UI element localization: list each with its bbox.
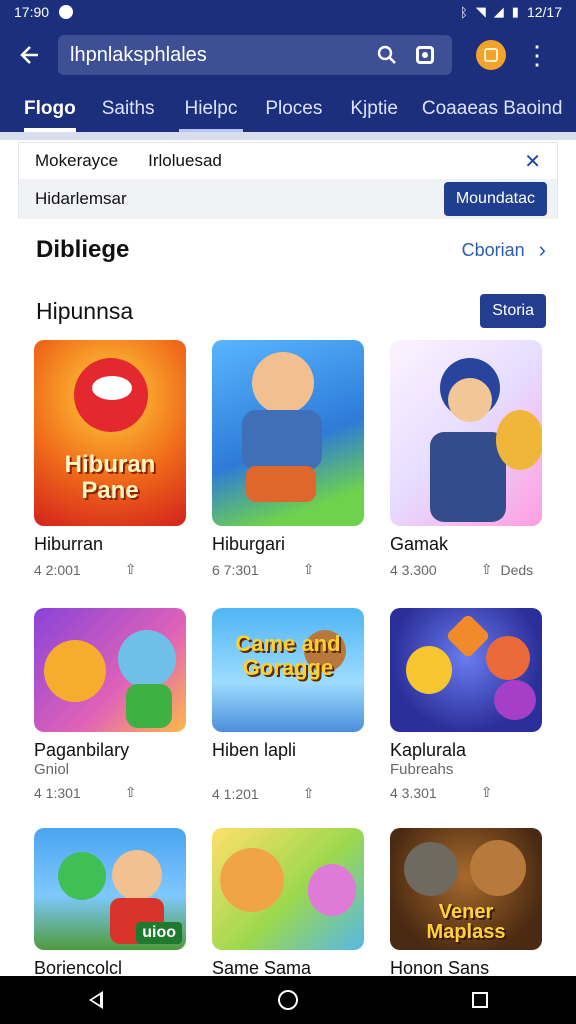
lens-icon[interactable] <box>410 40 440 70</box>
system-nav-bar <box>0 976 576 1024</box>
app-meta: 4 3.301 ⇧ <box>390 784 542 801</box>
tab-kjptie[interactable]: Kjptie <box>350 86 398 132</box>
filter-subtitle: Hidarlemsar <box>35 189 127 208</box>
back-arrow-icon[interactable] <box>0 24 58 86</box>
status-icons: ᛒ ◥ ◢ ▮ 12/17 <box>460 4 562 20</box>
app-meta: 4 1:201 ⇧ <box>212 785 364 802</box>
install-icon[interactable]: ⇧ <box>303 785 315 802</box>
thumb-title: Hiburan Pane <box>64 451 156 504</box>
section-title: Dibliege <box>36 236 130 263</box>
tab-ploces[interactable]: Ploces <box>265 86 322 132</box>
battery-icon: ▮ <box>511 4 519 19</box>
app-rating: 4 2:001 <box>34 561 81 578</box>
app-thumbnail <box>390 608 542 732</box>
status-right-time: 12/17 <box>526 4 562 20</box>
install-icon[interactable]: ⇧ <box>125 561 137 578</box>
app-card[interactable]: Same Sama <box>212 828 364 979</box>
chevron-right-icon: › <box>538 237 546 262</box>
search-icon[interactable] <box>372 40 402 70</box>
notification-icon <box>59 5 74 19</box>
search-input[interactable] <box>70 43 368 67</box>
app-meta: 4 1:301 ⇧ <box>34 784 186 801</box>
close-icon[interactable]: ✕ <box>524 149 541 174</box>
filter-chips-row: Mokerayce Irloluesad ✕ <box>19 143 557 179</box>
tabs-divider <box>0 132 576 140</box>
subsection-header: Hipunnsa Storia <box>36 294 546 328</box>
app-subtitle: Gniol <box>34 761 70 778</box>
install-icon[interactable]: ⇧ <box>481 561 493 578</box>
app-rating: 6 7:301 <box>212 561 259 578</box>
app-rating: 4 3.301 <box>390 784 437 801</box>
app-rating: 4 1:301 <box>34 784 81 801</box>
sort-button[interactable]: Storia <box>480 294 546 328</box>
app-thumbnail: Came and Goragge <box>212 608 364 732</box>
app-card[interactable]: Gamak 4 3.300 ⇧ Deds <box>390 340 542 578</box>
tab-hielpc[interactable]: Hielpc <box>178 86 244 132</box>
app-title: Gamak <box>390 534 449 554</box>
bluetooth-icon: ᛒ <box>459 4 468 20</box>
app-meta: 4 3.300 ⇧ Deds <box>390 561 542 578</box>
app-title: Kaplurala <box>390 740 467 760</box>
app-title: Paganbilary <box>34 740 130 760</box>
app-meta: 6 7:301 ⇧ <box>212 561 364 578</box>
thumb-title: Came and Goragge <box>235 631 341 680</box>
app-card[interactable]: Came and Goragge Hiben lapli 4 1:201 ⇧ <box>212 608 364 802</box>
app-thumbnail <box>390 340 542 526</box>
app-card[interactable]: Paganbilary Gniol 4 1:301 ⇧ <box>34 608 186 801</box>
app-thumbnail <box>212 828 364 950</box>
app-card[interactable]: Vener Maplass Honon Sans <box>390 828 542 979</box>
app-rating: 4 1:201 <box>212 785 259 802</box>
app-extra: Deds <box>500 561 534 578</box>
apply-filter-button[interactable]: Moundatac <box>443 182 547 216</box>
app-rating: 4 3.300 <box>390 561 437 578</box>
app-title: Hiben lapli <box>212 740 297 760</box>
app-card[interactable]: Hiburgari 6 7:301 ⇧ <box>212 340 364 578</box>
app-thumbnail: uioo <box>34 828 186 950</box>
wifi-icon: ◥ <box>475 4 486 19</box>
app-card[interactable]: uioo Boriencolcl <box>34 828 186 979</box>
app-bar: ⋮ <box>0 24 576 86</box>
app-badge: uioo <box>136 922 182 944</box>
account-avatar[interactable] <box>476 40 506 70</box>
app-thumbnail <box>34 608 186 732</box>
tab-saiths[interactable]: Saiths <box>102 86 155 132</box>
category-tabs: Flogo Saiths Hielpc Ploces Kjptie Coaaea… <box>0 86 576 132</box>
filter-chip[interactable]: Irloluesad <box>148 151 222 171</box>
filter-chip[interactable]: Mokerayce <box>35 151 118 171</box>
search-bar[interactable] <box>58 35 452 75</box>
status-bar: 17:90 ᛒ ◥ ◢ ▮ 12/17 <box>0 0 576 24</box>
tab-flogo[interactable]: Flogo <box>24 86 76 132</box>
more-vert-icon[interactable]: ⋮ <box>522 35 552 75</box>
app-title: Hiburran <box>34 534 104 554</box>
subsection-title: Hipunnsa <box>36 297 134 324</box>
recents-icon[interactable] <box>450 980 510 1020</box>
app-thumbnail: Hiburan Pane <box>34 340 186 526</box>
home-icon[interactable] <box>258 980 318 1020</box>
app-card[interactable]: Kaplurala Fubreahs 4 3.301 ⇧ <box>390 608 542 801</box>
section-header: Dibliege Cborian › <box>36 236 546 264</box>
filter-subrow: Hidarlemsar Moundatac <box>19 179 557 219</box>
tab-coaaeas-baoind[interactable]: Coaaeas Baoind <box>422 86 563 132</box>
app-card[interactable]: Hiburan Pane Hiburran 4 2:001 ⇧ <box>34 340 186 578</box>
app-title: Hiburgari <box>212 534 286 554</box>
signal-icon: ◢ <box>493 4 504 19</box>
install-icon[interactable]: ⇧ <box>303 561 315 578</box>
see-all-link[interactable]: Cborian › <box>462 237 546 263</box>
app-subtitle: Fubreahs <box>390 761 454 778</box>
filter-card: Mokerayce Irloluesad ✕ Hidarlemsar Mound… <box>18 142 558 219</box>
app-thumbnail: Vener Maplass <box>390 828 542 950</box>
see-all-label: Cborian <box>461 239 525 260</box>
app-thumbnail <box>212 340 364 526</box>
app-meta: 4 2:001 ⇧ <box>34 561 186 578</box>
install-icon[interactable]: ⇧ <box>125 784 137 801</box>
back-icon[interactable] <box>66 980 126 1020</box>
install-icon[interactable]: ⇧ <box>481 784 493 801</box>
thumb-title: Vener Maplass <box>426 901 506 943</box>
status-time: 17:90 <box>14 4 50 20</box>
